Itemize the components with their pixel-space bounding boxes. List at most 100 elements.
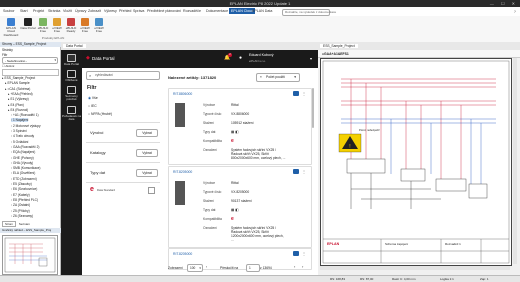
card-id[interactable]: RIT.8205000 <box>173 252 192 256</box>
tree-item[interactable]: ▫ 5 Ovládání <box>11 140 28 144</box>
tree-item[interactable]: ▸ E1 (Výkresy) <box>8 97 29 101</box>
portal-search-input[interactable]: ⌕ vyhledávání <box>86 71 160 80</box>
result-card[interactable]: RIT.8806000 ⋮ Výrobce Rittal Typové číslo V… <box>168 88 312 165</box>
tree-item-label: E7 (Kabely) <box>13 192 30 197</box>
navigator-tab[interactable]: Stránky <box>2 48 13 52</box>
tree-item[interactable]: ▸ E4 (Rozvod) <box>8 108 28 112</box>
per-page-select[interactable]: 100 ▾ <box>187 264 203 272</box>
active-checkbox[interactable]: ☐ Aktivní <box>2 64 14 68</box>
tree-item[interactable]: ▸ =CA1 (Schéma) <box>5 87 30 91</box>
help-icon[interactable]: ? <box>514 9 516 14</box>
tree-item[interactable]: ▸ ESS_Sample_Project <box>2 76 35 80</box>
tree-item[interactable]: ▸ E4 (Plan) <box>8 103 24 107</box>
results-scrollbar[interactable] <box>312 88 314 128</box>
menu-preplanning[interactable]: Předběžné plánování <box>147 9 181 13</box>
card-id[interactable]: RIT.8205000 <box>173 170 192 174</box>
tree-item[interactable]: ▫ ETD (Zobrazení) <box>11 177 37 181</box>
select-manufacturers-button[interactable]: Vybrat <box>136 129 158 137</box>
tree-item[interactable]: ▫ 4 Trafo obvody <box>11 134 34 138</box>
page-input[interactable]: 1 <box>246 264 260 272</box>
drawing-header: =GAA+A1&EFS1 <box>318 50 520 58</box>
menu-cabinets[interactable]: Rozvaděče <box>183 9 201 13</box>
tree-item[interactable]: ▫ E5 (Zásuvky) <box>11 182 32 186</box>
tree-item[interactable]: ▫ SMB (Komunikace) <box>11 166 40 170</box>
tree-item[interactable]: ▫ E6 (Svorkovnice) <box>11 187 37 191</box>
tree-item[interactable]: ▫ 3 Spínání <box>11 129 27 133</box>
tree-item[interactable]: ▫ 2 Motorové výstupy <box>11 124 41 128</box>
next-arrow-icon[interactable]: › <box>302 264 303 269</box>
menu-documentation[interactable]: Dokumentace <box>206 9 228 13</box>
select-catalogs-button[interactable]: Vybrat <box>136 149 158 157</box>
tree-item[interactable]: ▫ GHA (Vývody) <box>11 161 33 165</box>
ribbon-cloud-dashboard[interactable]: EPLAN Cloud Dashboard <box>3 18 19 37</box>
menu-manage[interactable]: Správa <box>133 9 144 13</box>
more-icon[interactable]: ⋮ <box>302 251 306 256</box>
eclass-checkbox[interactable] <box>148 187 155 194</box>
tree-item[interactable]: ▫ EQA (Napájení) <box>11 150 35 154</box>
radio-icon: ○ <box>88 104 91 108</box>
drawing-horizontal-scrollbar[interactable] <box>320 266 510 270</box>
edit-button[interactable] <box>293 91 299 96</box>
tree-item-label: =CA1 (Schéma) <box>7 86 31 91</box>
tab-tree[interactable]: Strom <box>2 221 17 227</box>
more-icon[interactable]: ⋮ <box>302 169 306 174</box>
radio-all[interactable]: ◉ Vše <box>88 96 98 100</box>
menu-page[interactable]: Stránka <box>48 9 60 13</box>
sort-select[interactable]: ≡ Počet použití ▾ <box>256 73 300 82</box>
edit-button[interactable] <box>293 169 299 174</box>
ribbon-data-portal[interactable]: Data Portal <box>20 18 36 30</box>
tree-item[interactable]: ▫ 1 Napájení <box>11 118 29 123</box>
tree-item-label: ESS_Sample_Project <box>4 76 36 80</box>
menu-file[interactable]: Soubor <box>3 9 15 13</box>
nav-favorites[interactable]: Oblíbené <box>61 70 82 82</box>
tree-search-input[interactable] <box>2 69 59 76</box>
menu-eplan-data[interactable]: EPLAN Data <box>252 9 272 13</box>
tree-item[interactable]: ▫ E7 (Kabely) <box>11 193 30 197</box>
tree-item[interactable]: ▫ E8 (Přehled PLC) <box>11 198 38 202</box>
menu-start[interactable]: Start <box>20 9 28 13</box>
tree-item[interactable]: ▫ +A1 (Rozvaděč 1) <box>11 113 39 117</box>
menu-edit[interactable]: Úpravy <box>75 9 86 13</box>
menu-insert[interactable]: Vložit <box>63 9 72 13</box>
ribbon-search-box[interactable]: Rozsahle, na výsledek z dokumentace <box>282 8 336 16</box>
menu-project[interactable]: Projekt <box>33 9 44 13</box>
warning-text: Pozor, nebezpečí! <box>359 129 380 132</box>
tree-item[interactable]: ▸ +EAA (Přehled) <box>8 92 33 96</box>
more-icon[interactable]: ⋮ <box>302 91 306 96</box>
window-controls[interactable]: — ☐ ✕ <box>490 1 518 6</box>
drawing-vertical-scrollbar[interactable] <box>513 58 517 264</box>
result-card[interactable]: RIT.8205000 ⋮ Výrobce Rittal Typové číslo V… <box>168 166 312 248</box>
eplan-logo-icon: ◆ <box>86 55 90 61</box>
ribbon-eview-free-3[interactable]: eVIEW Free <box>91 18 107 34</box>
tab-list[interactable]: Seznam <box>17 222 32 226</box>
tab-data-portal[interactable]: Data Portal <box>63 43 86 48</box>
tree-item[interactable]: ▫ GHE (Pohony) <box>11 156 34 160</box>
menu-drawings[interactable]: Výkresy <box>104 9 117 13</box>
nav-data-request[interactable]: Požadavek na data <box>61 106 82 122</box>
schematic-page[interactable]: ! Pozor, nebezpečí! EPLAN Schéma zapojen… <box>320 58 512 266</box>
card-id[interactable]: RIT.8806000 <box>173 92 192 96</box>
navigator-tabs: Strom Seznam <box>2 221 32 227</box>
radio-nfpa[interactable]: ○ NFPA (Hrubě) <box>88 112 112 116</box>
chevron-down-icon[interactable]: ▾ <box>310 56 312 61</box>
menu-overview[interactable]: Přehled <box>119 9 131 13</box>
select-data-types-button[interactable]: Vybrat <box>136 169 158 177</box>
edit-button[interactable] <box>293 251 299 256</box>
prev-page-icon[interactable]: ‹ <box>206 265 207 269</box>
tree-item[interactable]: ▸ EPLAN Sample <box>5 81 30 85</box>
card-field-value: Rittal <box>231 181 239 185</box>
tree-item[interactable]: ▫ ZA (Ostatní) <box>11 203 30 207</box>
nav-item-lists[interactable]: Seznamy položek <box>61 86 82 102</box>
nav-data-portal[interactable]: Data Portal <box>61 54 82 66</box>
radio-iec[interactable]: ○ IEC <box>88 104 97 108</box>
tree-item[interactable]: ▫ Z5 (Přílohy) <box>11 209 30 213</box>
tree-item[interactable]: ▫ GAA (Rozvaděč 2) <box>11 145 39 149</box>
tree-item[interactable]: ▫ ELA (Osvětlení) <box>11 171 35 175</box>
menu-view[interactable]: Zobrazit <box>88 9 101 13</box>
prev-arrow-icon[interactable]: ‹ <box>294 264 295 269</box>
tree-item[interactable]: ▫ Z6 (Seznamy) <box>11 214 33 218</box>
tab-drawing[interactable]: ESS_Sample_Project <box>320 43 358 48</box>
user-icon[interactable]: ● <box>239 55 242 61</box>
filter-select[interactable]: - Nedefinováno - ▾ <box>2 57 58 64</box>
card-field-label: Kompatibilita <box>203 139 222 143</box>
